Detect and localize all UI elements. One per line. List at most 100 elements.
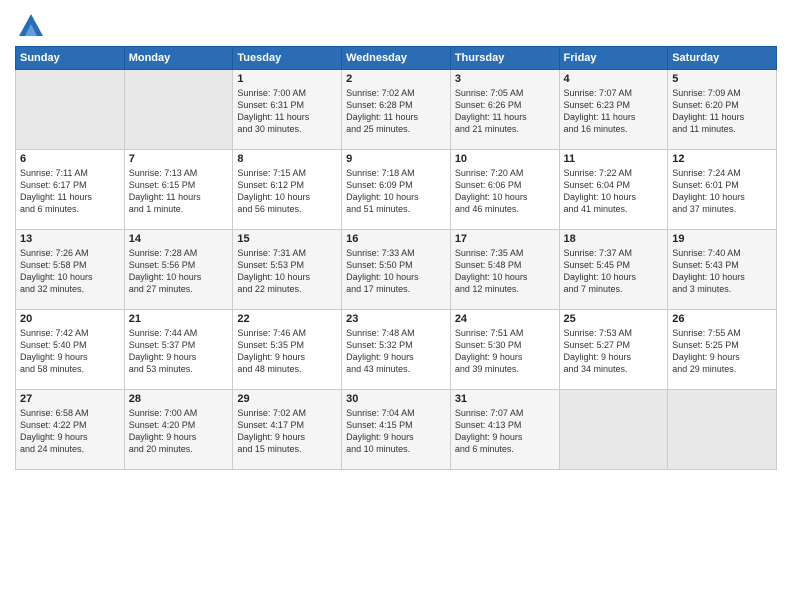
calendar-cell: 27 Sunrise: 6:58 AM Sunset: 4:22 PM Dayli… <box>16 390 125 470</box>
day-of-week-monday: Monday <box>124 47 233 70</box>
calendar-cell: 12 Sunrise: 7:24 AM Sunset: 6:01 PM Dayli… <box>668 150 777 230</box>
week-row-3: 13Sunrise: 7:26 AM Sunset: 5:58 PM Dayli… <box>16 230 777 310</box>
day-of-week-saturday: Saturday <box>668 47 777 70</box>
day-number: 27 <box>20 393 120 405</box>
day-info: Sunrise: 7:11 AM Sunset: 6:17 PM Dayligh… <box>20 167 120 216</box>
day-number: 30 <box>346 393 446 405</box>
day-info: Sunrise: 7:02 AM Sunset: 6:28 PM Dayligh… <box>346 87 446 136</box>
day-number: 25 <box>564 313 664 325</box>
day-number: 11 <box>564 153 664 165</box>
day-info: Sunrise: 7:09 AM Sunset: 6:20 PM Dayligh… <box>672 87 772 136</box>
day-number: 21 <box>129 313 229 325</box>
day-info: Sunrise: 7:24 AM Sunset: 6:01 PM Dayligh… <box>672 167 772 216</box>
calendar-cell <box>124 70 233 150</box>
calendar-cell: 2 Sunrise: 7:02 AM Sunset: 6:28 PM Daylig… <box>342 70 451 150</box>
day-number: 23 <box>346 313 446 325</box>
day-info: Sunrise: 7:07 AM Sunset: 4:13 PM Dayligh… <box>455 407 555 456</box>
day-info: Sunrise: 7:28 AM Sunset: 5:56 PM Dayligh… <box>129 247 229 296</box>
day-info: Sunrise: 7:04 AM Sunset: 4:15 PM Dayligh… <box>346 407 446 456</box>
day-of-week-tuesday: Tuesday <box>233 47 342 70</box>
calendar-cell: 16 Sunrise: 7:33 AM Sunset: 5:50 PM Dayli… <box>342 230 451 310</box>
day-number: 28 <box>129 393 229 405</box>
day-info: Sunrise: 7:35 AM Sunset: 5:48 PM Dayligh… <box>455 247 555 296</box>
calendar-cell: 7 Sunrise: 7:13 AM Sunset: 6:15 PM Daylig… <box>124 150 233 230</box>
calendar-cell: 24Sunrise: 7:51 AM Sunset: 5:30 PM Dayli… <box>450 310 559 390</box>
day-number: 15 <box>237 233 337 245</box>
day-info: Sunrise: 7:00 AM Sunset: 4:20 PM Dayligh… <box>129 407 229 456</box>
calendar-cell: 13Sunrise: 7:26 AM Sunset: 5:58 PM Dayli… <box>16 230 125 310</box>
calendar-cell: 21 Sunrise: 7:44 AM Sunset: 5:37 PM Dayli… <box>124 310 233 390</box>
logo <box>15 10 45 38</box>
day-info: Sunrise: 7:20 AM Sunset: 6:06 PM Dayligh… <box>455 167 555 216</box>
day-of-week-thursday: Thursday <box>450 47 559 70</box>
day-number: 10 <box>455 153 555 165</box>
calendar-header-row: SundayMondayTuesdayWednesdayThursdayFrid… <box>16 47 777 70</box>
calendar-cell: 28 Sunrise: 7:00 AM Sunset: 4:20 PM Dayli… <box>124 390 233 470</box>
day-number: 26 <box>672 313 772 325</box>
day-info: Sunrise: 7:55 AM Sunset: 5:25 PM Dayligh… <box>672 327 772 376</box>
calendar-cell: 26 Sunrise: 7:55 AM Sunset: 5:25 PM Dayli… <box>668 310 777 390</box>
day-number: 9 <box>346 153 446 165</box>
day-number: 31 <box>455 393 555 405</box>
day-number: 6 <box>20 153 120 165</box>
calendar-cell: 23 Sunrise: 7:48 AM Sunset: 5:32 PM Dayli… <box>342 310 451 390</box>
day-info: Sunrise: 6:58 AM Sunset: 4:22 PM Dayligh… <box>20 407 120 456</box>
day-info: Sunrise: 7:07 AM Sunset: 6:23 PM Dayligh… <box>564 87 664 136</box>
day-number: 1 <box>237 73 337 85</box>
day-number: 5 <box>672 73 772 85</box>
day-info: Sunrise: 7:13 AM Sunset: 6:15 PM Dayligh… <box>129 167 229 216</box>
calendar-cell: 31 Sunrise: 7:07 AM Sunset: 4:13 PM Dayli… <box>450 390 559 470</box>
day-number: 14 <box>129 233 229 245</box>
calendar-cell: 22 Sunrise: 7:46 AM Sunset: 5:35 PM Dayli… <box>233 310 342 390</box>
day-info: Sunrise: 7:02 AM Sunset: 4:17 PM Dayligh… <box>237 407 337 456</box>
day-of-week-wednesday: Wednesday <box>342 47 451 70</box>
calendar-cell: 25Sunrise: 7:53 AM Sunset: 5:27 PM Dayli… <box>559 310 668 390</box>
calendar-cell: 4 Sunrise: 7:07 AM Sunset: 6:23 PM Daylig… <box>559 70 668 150</box>
day-number: 8 <box>237 153 337 165</box>
header <box>15 10 777 38</box>
day-number: 16 <box>346 233 446 245</box>
day-number: 4 <box>564 73 664 85</box>
calendar-cell: 8 Sunrise: 7:15 AM Sunset: 6:12 PM Daylig… <box>233 150 342 230</box>
week-row-2: 6 Sunrise: 7:11 AM Sunset: 6:17 PM Daylig… <box>16 150 777 230</box>
day-info: Sunrise: 7:22 AM Sunset: 6:04 PM Dayligh… <box>564 167 664 216</box>
day-of-week-sunday: Sunday <box>16 47 125 70</box>
day-info: Sunrise: 7:00 AM Sunset: 6:31 PM Dayligh… <box>237 87 337 136</box>
calendar-cell: 17 Sunrise: 7:35 AM Sunset: 5:48 PM Dayli… <box>450 230 559 310</box>
day-info: Sunrise: 7:48 AM Sunset: 5:32 PM Dayligh… <box>346 327 446 376</box>
calendar-cell: 1 Sunrise: 7:00 AM Sunset: 6:31 PM Daylig… <box>233 70 342 150</box>
day-number: 19 <box>672 233 772 245</box>
calendar-cell: 15Sunrise: 7:31 AM Sunset: 5:53 PM Dayli… <box>233 230 342 310</box>
day-info: Sunrise: 7:05 AM Sunset: 6:26 PM Dayligh… <box>455 87 555 136</box>
day-info: Sunrise: 7:18 AM Sunset: 6:09 PM Dayligh… <box>346 167 446 216</box>
day-info: Sunrise: 7:40 AM Sunset: 5:43 PM Dayligh… <box>672 247 772 296</box>
day-number: 22 <box>237 313 337 325</box>
day-info: Sunrise: 7:15 AM Sunset: 6:12 PM Dayligh… <box>237 167 337 216</box>
day-info: Sunrise: 7:44 AM Sunset: 5:37 PM Dayligh… <box>129 327 229 376</box>
calendar-cell: 18Sunrise: 7:37 AM Sunset: 5:45 PM Dayli… <box>559 230 668 310</box>
day-info: Sunrise: 7:33 AM Sunset: 5:50 PM Dayligh… <box>346 247 446 296</box>
day-number: 17 <box>455 233 555 245</box>
day-info: Sunrise: 7:26 AM Sunset: 5:58 PM Dayligh… <box>20 247 120 296</box>
page: SundayMondayTuesdayWednesdayThursdayFrid… <box>0 0 792 612</box>
week-row-5: 27 Sunrise: 6:58 AM Sunset: 4:22 PM Dayli… <box>16 390 777 470</box>
calendar-cell: 6 Sunrise: 7:11 AM Sunset: 6:17 PM Daylig… <box>16 150 125 230</box>
calendar-cell: 30 Sunrise: 7:04 AM Sunset: 4:15 PM Dayli… <box>342 390 451 470</box>
day-number: 29 <box>237 393 337 405</box>
calendar-cell: 20 Sunrise: 7:42 AM Sunset: 5:40 PM Dayli… <box>16 310 125 390</box>
calendar-cell <box>16 70 125 150</box>
calendar-cell: 29 Sunrise: 7:02 AM Sunset: 4:17 PM Dayli… <box>233 390 342 470</box>
calendar-table: SundayMondayTuesdayWednesdayThursdayFrid… <box>15 46 777 470</box>
calendar-cell: 5 Sunrise: 7:09 AM Sunset: 6:20 PM Daylig… <box>668 70 777 150</box>
logo-icon <box>17 10 45 38</box>
day-info: Sunrise: 7:46 AM Sunset: 5:35 PM Dayligh… <box>237 327 337 376</box>
calendar-cell: 14 Sunrise: 7:28 AM Sunset: 5:56 PM Dayli… <box>124 230 233 310</box>
day-number: 7 <box>129 153 229 165</box>
day-number: 2 <box>346 73 446 85</box>
day-number: 20 <box>20 313 120 325</box>
day-of-week-friday: Friday <box>559 47 668 70</box>
day-number: 24 <box>455 313 555 325</box>
day-number: 12 <box>672 153 772 165</box>
day-number: 3 <box>455 73 555 85</box>
day-info: Sunrise: 7:42 AM Sunset: 5:40 PM Dayligh… <box>20 327 120 376</box>
